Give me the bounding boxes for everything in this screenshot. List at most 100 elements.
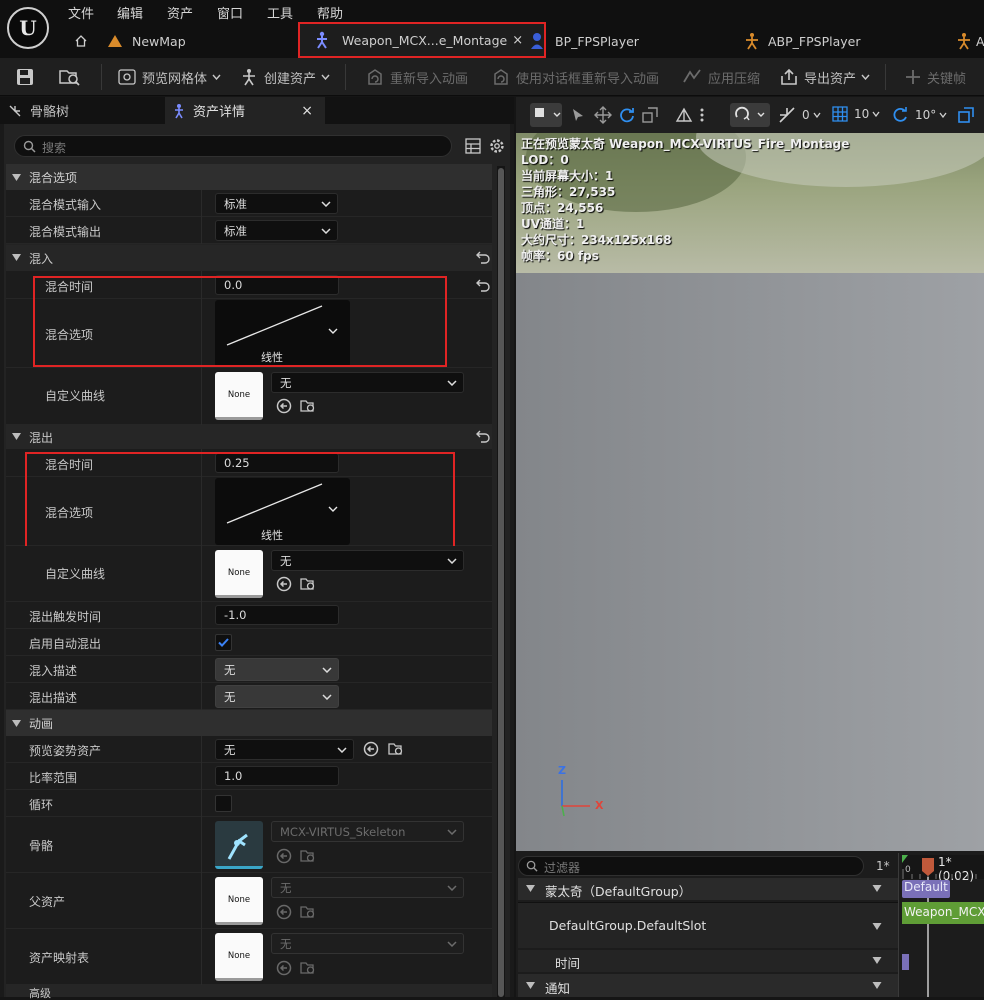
parent-thumbnail[interactable]: None [215,877,263,925]
curve-thumbnail[interactable]: None [215,550,263,598]
skeleton-thumbnail[interactable] [215,821,263,869]
unreal-logo-icon[interactable]: U [7,7,49,49]
time-section-marker[interactable] [902,954,909,970]
reimport-dialog-button[interactable]: 使用对话框重新导入动画 [492,58,659,96]
mesh-icon [118,69,136,85]
apply-compression-button[interactable]: 应用压缩 [682,58,760,96]
location-grid-setting[interactable]: 10 [832,106,880,122]
scrollbar-thumb[interactable] [498,168,504,997]
timeline-filter-input[interactable]: 过滤器 [518,856,864,876]
close-tab-icon[interactable]: × [301,103,313,119]
browse-icon[interactable] [300,576,316,592]
category-blend-options[interactable]: 混合选项 [6,164,492,190]
export-asset-button[interactable]: 导出资产 [779,58,870,96]
skeleton-select[interactable]: MCX-VIRTUS_Skeleton [271,821,464,842]
tab-overflow[interactable]: A [955,28,984,54]
mapping-thumbnail[interactable]: None [215,933,263,981]
menu-help[interactable]: 帮助 [317,3,343,22]
custom-curve-select[interactable]: 无 [271,550,464,571]
group-badge[interactable]: Default [902,880,950,898]
browse-icon[interactable] [388,741,404,757]
reimport-animation-button[interactable]: 重新导入动画 [366,58,468,96]
translate-icon[interactable] [594,106,612,124]
loop-checkbox[interactable] [215,795,232,812]
apply-compression-label: 应用压缩 [708,71,761,87]
tab-abp-fpsplayer[interactable]: ABP_FPSPlayer [743,28,860,54]
browse-asset-button[interactable] [58,58,82,96]
reset-icon[interactable] [476,251,490,264]
reset-icon[interactable] [476,279,490,292]
menu-tools[interactable]: 工具 [267,3,293,22]
rotate-icon[interactable] [618,106,636,124]
asset-mapping-select[interactable]: 无 [271,933,464,954]
preview-mesh-button[interactable]: 预览网格体 [118,58,221,96]
reset-icon[interactable] [476,430,490,443]
save-button[interactable] [15,58,35,96]
curve-thumbnail[interactable]: None [215,372,263,420]
chevron-down-icon[interactable] [872,885,882,892]
chevron-down-icon[interactable] [872,982,882,989]
tab-label: BP_FPSPlayer [555,33,639,49]
view-options-button[interactable] [530,103,562,127]
parent-asset-select[interactable]: 无 [271,877,464,898]
auto-blend-out-checkbox[interactable] [215,634,232,651]
custom-curve-select[interactable]: 无 [271,372,464,393]
coordinate-space-button[interactable] [730,103,770,127]
menu-window[interactable]: 窗口 [217,3,243,22]
create-asset-button[interactable]: 创建资产 [240,58,330,96]
blend-mode-out-select[interactable]: 标准 [215,220,338,241]
group-blend-in[interactable]: 混入 [6,245,492,271]
surface-snap-icon[interactable] [675,107,693,123]
use-selected-icon[interactable] [363,741,379,757]
use-selected-icon[interactable] [276,848,292,864]
grid-snap-setting[interactable]: 0 [778,106,821,124]
montage-segment[interactable]: Weapon_MCX [902,902,984,924]
close-tab-icon[interactable]: × [512,33,523,48]
chevron-down-icon[interactable] [872,923,882,930]
menu-file[interactable]: 文件 [68,3,94,22]
tab-montage[interactable]: Weapon_MCX...e_Montage × [298,22,546,58]
track-default-slot[interactable]: DefaultGroup.DefaultSlot [518,902,898,948]
tab-skeleton-tree[interactable]: 骨骼树 [8,97,69,124]
tab-bp-fpsplayer[interactable]: BP_FPSPlayer [530,28,639,54]
more-options-icon[interactable] [700,107,704,123]
browse-icon[interactable] [300,848,316,864]
browse-icon[interactable] [300,904,316,920]
browse-icon[interactable] [300,960,316,976]
blend-out-desc-select[interactable]: 无 [215,685,339,708]
time-ruler[interactable]: 0 1* (0.02) [902,855,984,883]
blend-in-desc-select[interactable]: 无 [215,658,339,681]
category-animation[interactable]: 动画 [6,710,492,736]
anim-blueprint-icon [743,32,761,50]
preview-pose-select[interactable]: 无 [215,739,354,760]
group-blend-out[interactable]: 混出 [6,425,492,449]
use-selected-icon[interactable] [276,398,292,414]
grid-view-icon[interactable] [465,138,481,154]
group-advanced[interactable]: 高级 [6,985,492,1000]
scale-icon[interactable] [642,107,658,123]
blend-mode-in-select[interactable]: 标准 [215,193,338,214]
gear-icon[interactable] [488,137,506,155]
track-montage-group[interactable]: 蒙太奇（DefaultGroup） [518,878,898,900]
chevron-down-icon[interactable] [872,957,882,964]
browse-icon[interactable] [300,398,316,414]
tab-asset-details[interactable]: 资产详情 × [165,97,325,124]
scale-snap-icon[interactable] [958,107,974,123]
home-tab[interactable] [74,28,88,54]
track-notify[interactable]: 通知 [518,974,898,997]
parent-asset-label: 父资产 [29,895,66,909]
use-selected-icon[interactable] [276,576,292,592]
menu-asset[interactable]: 资产 [167,3,193,22]
rate-scale-input[interactable]: 1.0 [215,766,339,786]
tab-newmap[interactable]: NewMap [107,28,186,54]
menu-edit[interactable]: 编辑 [117,3,143,22]
search-input[interactable]: 搜索 [14,135,452,157]
blend-out-trigger-input[interactable]: -1.0 [215,605,339,625]
select-mode-icon[interactable] [570,107,586,123]
use-selected-icon[interactable] [276,904,292,920]
track-time[interactable]: 时间 [518,950,898,972]
use-selected-icon[interactable] [276,960,292,976]
rotation-grid-setting[interactable]: 10° [891,106,947,124]
keyframe-button[interactable]: 关键帧 [905,58,966,96]
playhead[interactable] [921,855,935,877]
